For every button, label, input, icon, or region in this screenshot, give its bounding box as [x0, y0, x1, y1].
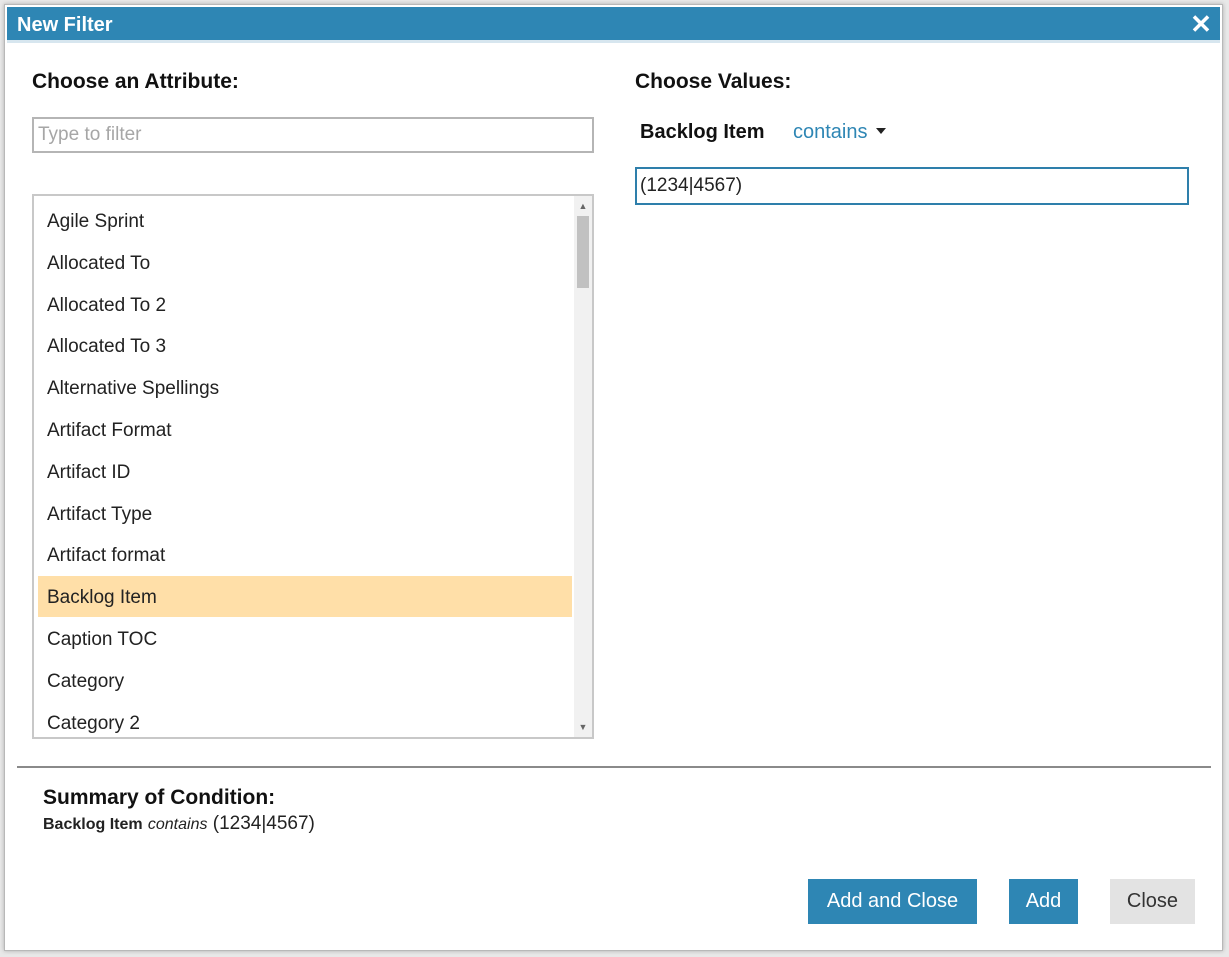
- attribute-list[interactable]: Agile Sprint Allocated To Allocated To 2 Al…: [32, 194, 594, 739]
- attribute-list-item[interactable]: Agile Sprint: [38, 200, 572, 241]
- attribute-list-item[interactable]: Allocated To: [38, 242, 572, 283]
- dialog-titlebar: New Filter ✕: [7, 7, 1220, 43]
- choose-attribute-heading: Choose an Attribute:: [32, 70, 239, 93]
- add-and-close-button[interactable]: Add and Close: [808, 879, 977, 924]
- value-input[interactable]: [635, 167, 1189, 205]
- attribute-list-item[interactable]: Category: [38, 660, 572, 701]
- attribute-list-item[interactable]: Artifact format: [38, 534, 572, 575]
- caret-down-icon: [875, 127, 886, 134]
- attribute-list-item[interactable]: Artifact ID: [38, 451, 572, 492]
- scrollbar-thumb[interactable]: [577, 216, 589, 288]
- attribute-filter-input[interactable]: [32, 117, 594, 153]
- dialog-title: New Filter: [17, 14, 113, 36]
- operator-dropdown[interactable]: contains: [793, 121, 886, 144]
- attribute-list-item[interactable]: Allocated To 2: [38, 284, 572, 325]
- selected-attribute-name: Backlog Item: [640, 121, 765, 143]
- summary-field: Backlog Item: [43, 816, 143, 833]
- section-divider: [17, 766, 1211, 768]
- attribute-list-item[interactable]: Artifact Type: [38, 493, 572, 534]
- choose-values-heading: Choose Values:: [635, 70, 792, 93]
- attribute-list-item[interactable]: Allocated To 3: [38, 325, 572, 366]
- summary-heading: Summary of Condition:: [43, 786, 276, 809]
- attribute-list-item[interactable]: Alternative Spellings: [38, 367, 572, 408]
- add-button[interactable]: Add: [1009, 879, 1078, 924]
- summary-operator: contains: [147, 816, 208, 833]
- new-filter-dialog: New Filter ✕ Choose an Attribute: Agile …: [4, 4, 1223, 951]
- attribute-list-item[interactable]: Backlog Item: [38, 576, 572, 618]
- attribute-list-scrollbar[interactable]: ▲ ▼: [574, 196, 592, 737]
- operator-label: contains: [793, 121, 868, 143]
- attribute-list-item[interactable]: Caption TOC: [38, 618, 572, 659]
- summary-condition: Backlog Item contains (1234|4567): [43, 813, 315, 835]
- attribute-list-item[interactable]: Category 2: [38, 702, 572, 737]
- attribute-list-item[interactable]: Artifact Format: [38, 409, 572, 450]
- scroll-down-icon[interactable]: ▼: [574, 719, 592, 735]
- close-icon[interactable]: ✕: [1188, 11, 1214, 37]
- close-button[interactable]: Close: [1110, 879, 1195, 924]
- summary-value: (1234|4567): [212, 813, 315, 834]
- scroll-up-icon[interactable]: ▲: [574, 198, 592, 214]
